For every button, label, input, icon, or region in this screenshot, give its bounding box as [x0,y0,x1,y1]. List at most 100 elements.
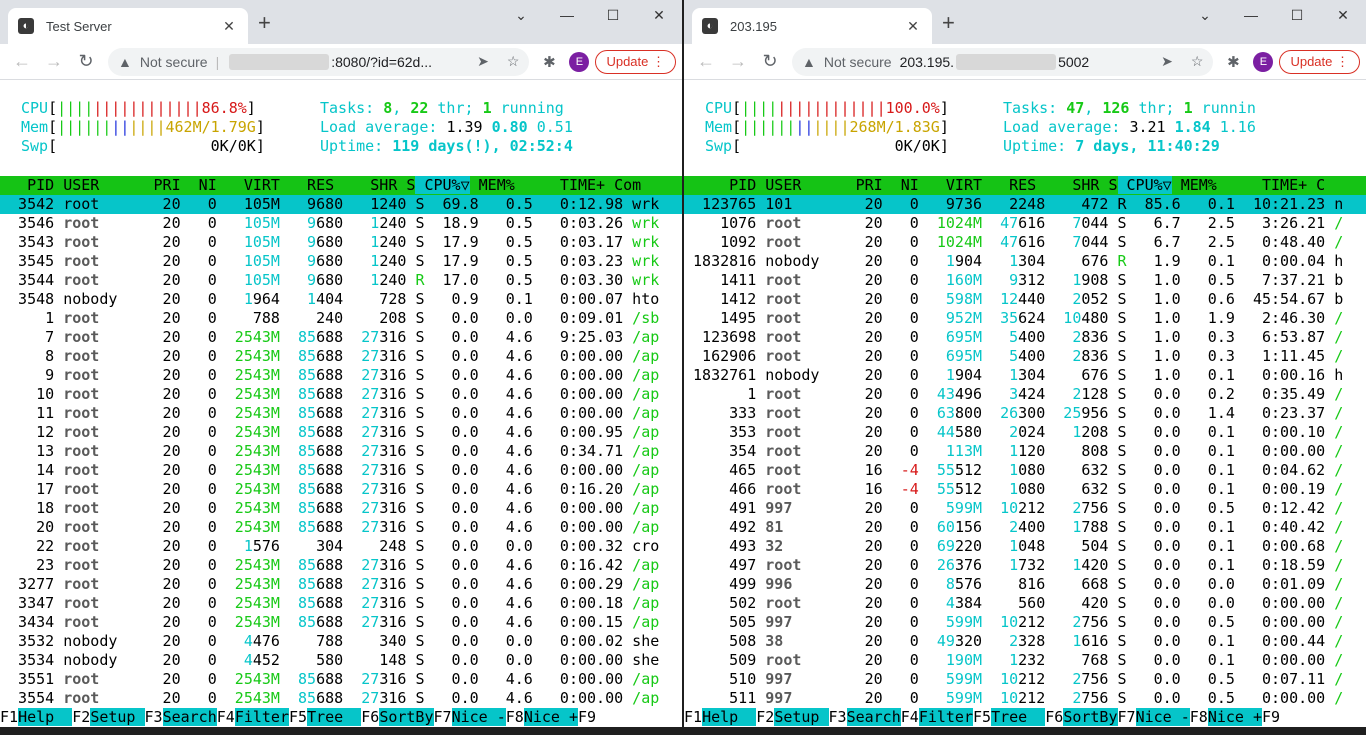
extensions-icon[interactable]: ✱ [535,53,563,71]
process-row[interactable]: 492 81 20 0 60156 2400 1788 S 0.0 0.1 0:… [684,518,1366,537]
fkey-F3[interactable]: F3 [144,708,163,726]
fkey-label-F7[interactable]: Nice - [1135,708,1190,726]
fkey-label-F1[interactable]: Help [18,708,73,726]
process-row[interactable]: 20 root 20 0 2543M 85688 27316 S 0.0 4.6… [0,518,682,537]
column-header-3[interactable]: NI [181,176,217,194]
reload-button[interactable]: ↻ [754,51,786,72]
process-row[interactable]: 1411 root 20 0 160M 9312 1908 S 1.0 0.5 … [684,271,1366,290]
process-row[interactable]: 3554 root 20 0 2543M 85688 27316 S 0.0 4… [0,689,682,708]
maximize-button[interactable]: ☐ [1274,0,1320,32]
process-row[interactable]: 1 root 20 0 43496 3424 2128 S 0.0 0.2 0:… [684,385,1366,404]
process-row[interactable]: 23 root 20 0 2543M 85688 27316 S 0.0 4.6… [0,556,682,575]
close-window-button[interactable]: ✕ [636,0,682,32]
process-row[interactable]: 3534 nobody 20 0 4452 580 148 S 0.0 0.0 … [0,651,682,670]
column-header-1[interactable]: USER [54,176,144,194]
column-header-7[interactable]: S [397,176,415,194]
process-row[interactable]: 14 root 20 0 2543M 85688 27316 S 0.0 4.6… [0,461,682,480]
process-row[interactable]: 497 root 20 0 26376 1732 1420 S 0.0 0.1 … [684,556,1366,575]
column-header-2[interactable]: PRI [145,176,181,194]
process-row[interactable]: 1412 root 20 0 598M 12440 2052 S 1.0 0.6… [684,290,1366,309]
fkey-F6[interactable]: F6 [1045,708,1064,726]
back-button[interactable]: ← [6,51,38,72]
process-row[interactable]: 3542 root 20 0 105M 9680 1240 S 69.8 0.5… [0,195,682,214]
browser-tab[interactable]: ◐ 203.195 ✕ [692,8,932,44]
browser-tab[interactable]: ◐ Test Server ✕ [8,8,248,44]
process-row[interactable]: 511 997 20 0 599M 10212 2756 S 0.0 0.5 0… [684,689,1366,708]
close-window-button[interactable]: ✕ [1320,0,1366,32]
fkey-label-F7[interactable]: Nice - [451,708,506,726]
process-row[interactable]: 7 root 20 0 2543M 85688 27316 S 0.0 4.6 … [0,328,682,347]
process-row[interactable]: 3532 nobody 20 0 4476 788 340 S 0.0 0.0 … [0,632,682,651]
column-header-6[interactable]: SHR [334,176,397,194]
fkey-F1[interactable]: F1 [684,708,703,726]
fkey-F8[interactable]: F8 [1189,708,1208,726]
fkey-label-F6[interactable]: SortBy [1063,708,1118,726]
column-header-1[interactable]: USER [756,176,846,194]
process-row[interactable]: 162906 root 20 0 695M 5400 2836 S 1.0 0.… [684,347,1366,366]
process-row[interactable]: 499 996 20 0 8576 816 668 S 0.0 0.0 0:01… [684,575,1366,594]
send-icon[interactable]: ➤ [1147,53,1173,70]
fkey-F7[interactable]: F7 [433,708,452,726]
bookmark-star-icon[interactable]: ☆ [1173,53,1204,70]
process-row[interactable]: 353 root 20 0 44580 2024 1208 S 0.0 0.1 … [684,423,1366,442]
process-row[interactable]: 10 root 20 0 2543M 85688 27316 S 0.0 4.6… [0,385,682,404]
fkey-label-F5[interactable]: Tree [307,708,362,726]
process-row[interactable]: 491 997 20 0 599M 10212 2756 S 0.0 0.5 0… [684,499,1366,518]
fkey-label-F5[interactable]: Tree [991,708,1046,726]
process-row[interactable]: 465 root 16 -4 55512 1080 632 S 0.0 0.1 … [684,461,1366,480]
column-header-3[interactable]: NI [883,176,919,194]
process-row[interactable]: 3347 root 20 0 2543M 85688 27316 S 0.0 4… [0,594,682,613]
back-button[interactable]: ← [690,51,722,72]
process-row[interactable]: 9 root 20 0 2543M 85688 27316 S 0.0 4.6 … [0,366,682,385]
column-header-0[interactable]: PID [684,176,756,194]
process-row[interactable]: 502 root 20 0 4384 560 420 S 0.0 0.0 0:0… [684,594,1366,613]
reload-button[interactable]: ↻ [70,51,102,72]
fkey-label-F3[interactable]: Search [846,708,901,726]
fkey-label-F2[interactable]: Setup [774,708,829,726]
fkey-F1[interactable]: F1 [0,708,19,726]
fkey-F6[interactable]: F6 [361,708,380,726]
new-tab-button[interactable]: + [942,12,955,34]
column-header-10[interactable]: TIME+ [515,176,605,194]
fkey-F3[interactable]: F3 [828,708,847,726]
process-row[interactable]: 22 root 20 0 1576 304 248 S 0.0 0.0 0:00… [0,537,682,556]
process-row[interactable]: 1832816 nobody 20 0 1904 1304 676 R 1.9 … [684,252,1366,271]
fkey-F9[interactable]: F9 [578,708,597,726]
extensions-icon[interactable]: ✱ [1219,53,1247,71]
process-row[interactable]: 508 38 20 0 49320 2328 1616 S 0.0 0.1 0:… [684,632,1366,651]
process-row[interactable]: 493 32 20 0 69220 1048 504 S 0.0 0.1 0:0… [684,537,1366,556]
fkey-label-F1[interactable]: Help [702,708,757,726]
process-row[interactable]: 11 root 20 0 2543M 85688 27316 S 0.0 4.6… [0,404,682,423]
minimize-button[interactable]: — [1228,0,1274,32]
fkey-F7[interactable]: F7 [1117,708,1136,726]
column-header-9[interactable]: MEM% [1172,176,1217,194]
process-row[interactable]: 123698 root 20 0 695M 5400 2836 S 1.0 0.… [684,328,1366,347]
column-header-4[interactable]: VIRT [919,176,982,194]
process-row[interactable]: 3546 root 20 0 105M 9680 1240 S 18.9 0.5… [0,214,682,233]
profile-avatar[interactable]: E [569,51,590,72]
fkey-label-F4[interactable]: Filter [234,708,289,726]
fkey-label-F8[interactable]: Nice + [523,708,578,726]
process-row[interactable]: 1832761 nobody 20 0 1904 1304 676 S 1.0 … [684,366,1366,385]
column-header-4[interactable]: VIRT [217,176,280,194]
process-row[interactable]: 3277 root 20 0 2543M 85688 27316 S 0.0 4… [0,575,682,594]
process-row[interactable]: 1076 root 20 0 1024M 47616 7044 S 6.7 2.… [684,214,1366,233]
fkey-F9[interactable]: F9 [1262,708,1281,726]
column-header-2[interactable]: PRI [847,176,883,194]
column-header-11[interactable]: C [1307,176,1325,194]
fkey-label-F4[interactable]: Filter [918,708,973,726]
column-header-9[interactable]: MEM% [470,176,515,194]
process-row[interactable]: 18 root 20 0 2543M 85688 27316 S 0.0 4.6… [0,499,682,518]
close-tab-icon[interactable]: ✕ [220,18,238,35]
fkey-label-F2[interactable]: Setup [90,708,145,726]
update-button[interactable]: Update ⋮ [595,49,676,74]
fkey-F2[interactable]: F2 [756,708,775,726]
bookmark-star-icon[interactable]: ☆ [489,53,520,70]
process-row[interactable]: 12 root 20 0 2543M 85688 27316 S 0.0 4.6… [0,423,682,442]
column-header-8[interactable]: CPU%▽ [1117,176,1172,194]
minimize-button[interactable]: — [544,0,590,32]
process-row[interactable]: 509 root 20 0 190M 1232 768 S 0.0 0.1 0:… [684,651,1366,670]
send-icon[interactable]: ➤ [463,53,489,70]
process-row[interactable]: 466 root 16 -4 55512 1080 632 S 0.0 0.1 … [684,480,1366,499]
fkey-F8[interactable]: F8 [505,708,524,726]
